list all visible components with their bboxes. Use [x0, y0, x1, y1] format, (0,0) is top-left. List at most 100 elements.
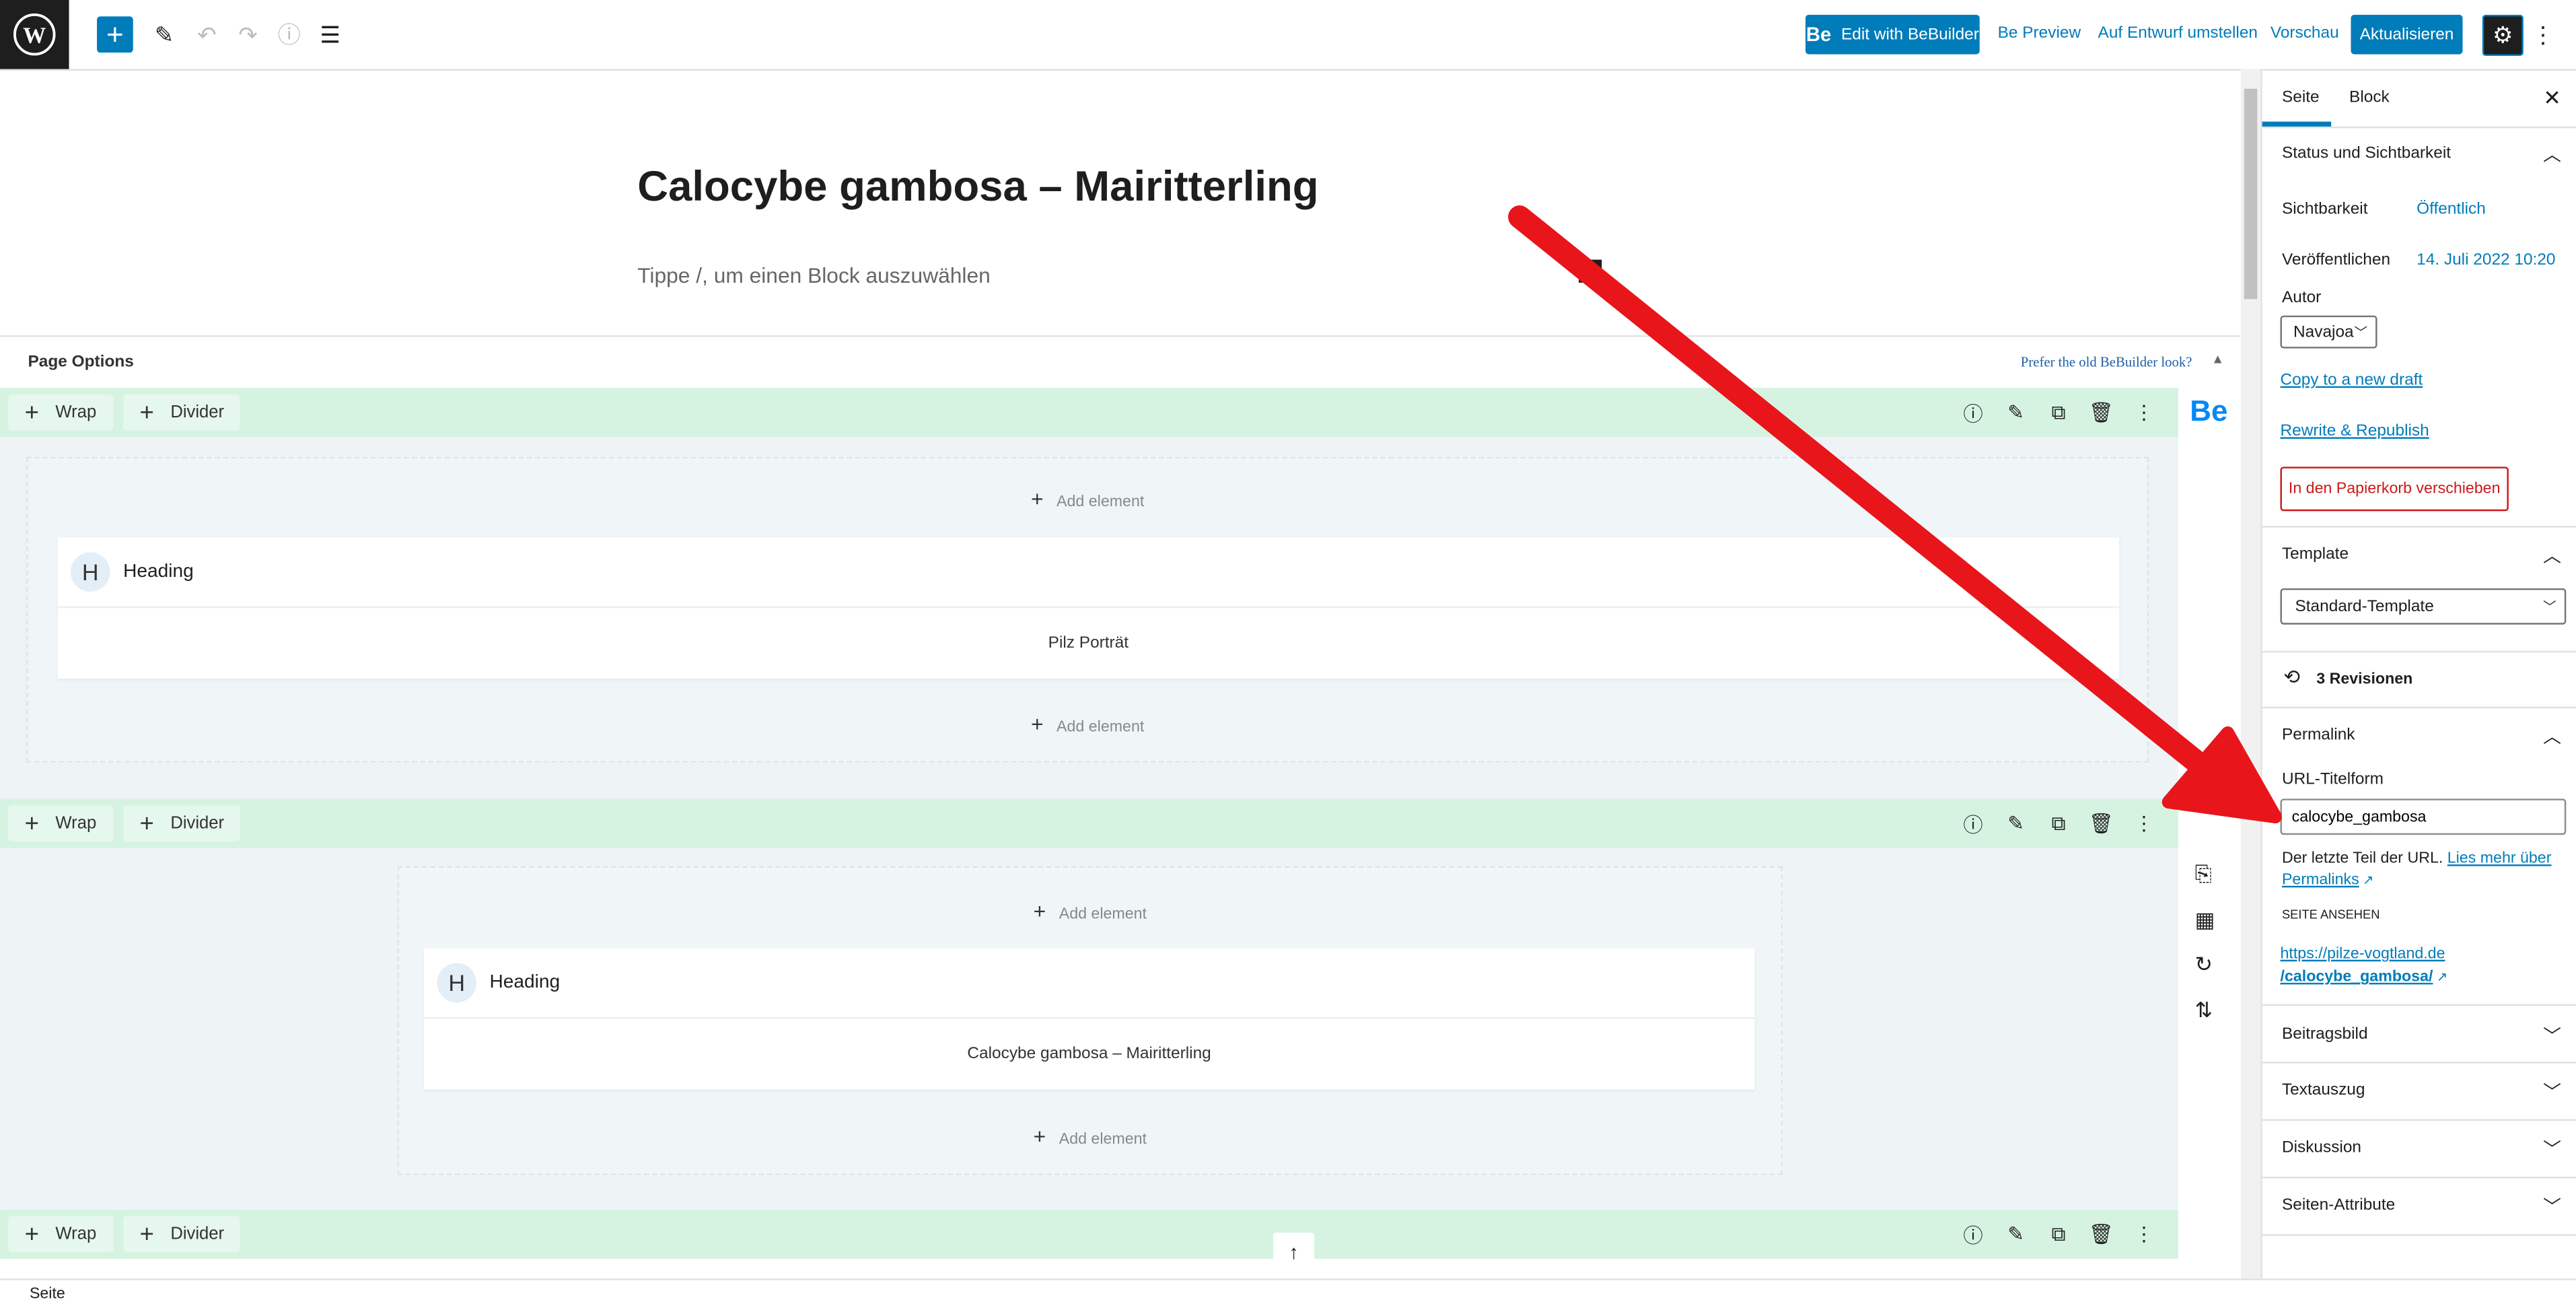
chevron-up-icon[interactable]: ︿ [2543, 543, 2561, 569]
settings-gear-icon[interactable]: ⚙ [2482, 14, 2524, 57]
heading-text: Calocybe gambosa – Mairitterling [967, 1045, 1211, 1064]
chevron-up-icon[interactable]: ︿ [2543, 723, 2561, 749]
add-divider-button[interactable]: + Divider [123, 394, 241, 431]
collapse-triangle-icon[interactable]: ▲ [2211, 351, 2224, 366]
pencil-tool-icon[interactable]: ✎ [148, 16, 181, 53]
duplicate-icon[interactable]: ⧉ [2044, 808, 2073, 838]
info-icon[interactable]: ⓘ [1958, 808, 1988, 838]
author-select[interactable]: Navajoa ﹀ [2280, 315, 2377, 349]
slug-input[interactable] [2280, 798, 2567, 835]
template-section-header[interactable]: Template [2282, 546, 2349, 564]
element-type-label: Heading [123, 561, 194, 582]
chevron-down-icon[interactable]: ﹀ [2543, 1136, 2561, 1162]
permalink-section-header[interactable]: Permalink [2282, 726, 2355, 745]
add-divider-button[interactable]: + Divider [123, 1216, 241, 1253]
bebuilder-logo[interactable]: Be [2190, 394, 2227, 429]
edit-icon[interactable]: ✎ [2001, 808, 2031, 838]
element-header: H Heading [57, 537, 2120, 609]
heading-h-icon: H [437, 963, 476, 1003]
switch-to-draft-link[interactable]: Auf Entwurf umstellen [2098, 25, 2258, 43]
more-options-icon[interactable]: ⋮ [2532, 16, 2554, 53]
slug-help: Der letzte Teil der URL. Lies mehr über … [2281, 850, 2552, 889]
rewrite-republish-link[interactable]: Rewrite & Republish [2281, 422, 2429, 440]
bebuilder-rail: Be ⎘ ▦ ↻ ⇅ [2178, 388, 2241, 1279]
edit-icon[interactable]: ✎ [2001, 398, 2031, 427]
revisions-link[interactable]: 3 Revisionen [2316, 670, 2412, 689]
add-divider-button[interactable]: + Divider [123, 805, 241, 841]
chevron-down-icon[interactable]: ﹀ [2543, 1193, 2561, 1219]
published-label: Veröffentlichen [2281, 251, 2391, 270]
preview-link[interactable]: Vorschau [2270, 25, 2339, 43]
chevron-down-icon[interactable]: ﹀ [2543, 1022, 2561, 1048]
page-url-link-path[interactable]: /calocybe_gambosa/ ↗ [2281, 968, 2448, 986]
discussion-panel[interactable]: Diskussion [2282, 1139, 2361, 1157]
section-actions: ⓘ ✎ ⧉ 🗑 ⋮ [1958, 388, 2159, 437]
redo-icon[interactable]: ↷ [231, 16, 264, 53]
templates-icon[interactable]: ▦ [2195, 907, 2215, 934]
tab-block[interactable]: Block [2349, 89, 2390, 107]
move-to-trash-button[interactable]: In den Papierkorb verschieben [2280, 467, 2509, 512]
info-icon[interactable]: ⓘ [273, 16, 306, 53]
view-page-label: SEITE ANSEHEN [2281, 907, 2380, 922]
template-select[interactable]: Standard-Template ﹀ [2280, 588, 2567, 625]
trash-icon[interactable]: 🗑 [2086, 398, 2116, 427]
add-wrap-button[interactable]: + Wrap [8, 805, 113, 841]
more-icon[interactable]: ⋮ [2129, 1219, 2159, 1249]
tab-seite[interactable]: Seite [2282, 89, 2320, 107]
status-section-header[interactable]: Status und Sichtbarkeit [2282, 145, 2451, 163]
element-header: H Heading [423, 949, 1755, 1019]
edit-with-bebuilder-button[interactable]: Be Edit with BeBuilder [1805, 14, 1980, 55]
sort-icon[interactable]: ⇅ [2195, 998, 2213, 1024]
close-icon[interactable]: ✕ [2543, 85, 2561, 112]
page-title[interactable]: Calocybe gambosa – Mairitterling [637, 161, 1318, 212]
add-wrap-button[interactable]: + Wrap [8, 394, 113, 431]
excerpt-panel[interactable]: Textauszug [2282, 1081, 2365, 1099]
copy-draft-link[interactable]: Copy to a new draft [2281, 372, 2423, 390]
section-toolbar: + Wrap + Divider ⓘ ✎ ⧉ 🗑 ⋮ [0, 1209, 2179, 1260]
block-placeholder[interactable]: Tippe /, um einen Block auszuwählen [637, 263, 991, 288]
update-button[interactable]: Aktualisieren [2351, 14, 2463, 55]
info-icon[interactable]: ⓘ [1958, 1219, 1988, 1249]
page-attributes-panel[interactable]: Seiten-Attribute [2282, 1196, 2395, 1214]
author-label: Autor [2281, 289, 2322, 308]
duplicate-icon[interactable]: ⧉ [2044, 398, 2073, 427]
add-element-button[interactable]: + Add element [28, 487, 2147, 512]
wrap-label: Wrap [55, 1224, 97, 1245]
edit-icon[interactable]: ✎ [2001, 1219, 2031, 1249]
heading-element[interactable]: H Heading Calocybe gambosa – Mairitterlin… [423, 948, 1755, 1090]
trash-icon[interactable]: 🗑 [2086, 1219, 2116, 1249]
page-url-link[interactable]: https://pilze-vogtland.de [2281, 945, 2445, 963]
featured-image-panel[interactable]: Beitragsbild [2282, 1025, 2368, 1043]
trash-icon[interactable]: 🗑 [2086, 808, 2116, 838]
old-look-link[interactable]: Prefer the old BeBuilder look? [2021, 353, 2192, 370]
undo-icon[interactable]: ↶ [190, 16, 223, 53]
more-icon[interactable]: ⋮ [2129, 398, 2159, 427]
settings-sidebar: Seite Block ✕ Status und Sichtbarkeit ︿ … [2260, 69, 2576, 1279]
add-block-button[interactable]: + [97, 16, 133, 53]
visibility-value[interactable]: Öffentlich [2417, 201, 2486, 219]
list-view-icon[interactable]: ☰ [314, 16, 347, 53]
add-element-button[interactable]: + Add element [399, 899, 1781, 924]
be-preview-link[interactable]: Be Preview [1998, 25, 2081, 43]
editor-scrollbar[interactable] [2240, 69, 2261, 1279]
more-icon[interactable]: ⋮ [2129, 808, 2159, 838]
external-link-icon: ↗ [2359, 872, 2374, 888]
chevron-down-icon[interactable]: ﹀ [2543, 1078, 2561, 1104]
wordpress-logo-button[interactable]: W [0, 0, 69, 69]
divider-label: Divider [170, 1224, 225, 1245]
info-icon[interactable]: ⓘ [1958, 398, 1988, 427]
heading-element[interactable]: H Heading Pilz Porträt [57, 537, 2120, 679]
published-value[interactable]: 14. Juli 2022 10:20 [2417, 252, 2555, 270]
status-bar: Seite [0, 1278, 2576, 1308]
add-element-button[interactable]: + Add element [399, 1124, 1781, 1149]
add-wrap-button[interactable]: + Wrap [8, 1216, 113, 1253]
add-element-button[interactable]: + Add element [28, 712, 2147, 736]
breadcrumb[interactable]: Seite [30, 1285, 65, 1303]
chevron-up-icon[interactable]: ︿ [2543, 141, 2561, 168]
scrollbar-thumb[interactable] [2244, 88, 2258, 300]
scroll-up-button[interactable]: ↑ [1273, 1232, 1315, 1271]
duplicate-icon[interactable]: ⧉ [2044, 1219, 2073, 1249]
history-icon[interactable]: ↻ [2195, 952, 2213, 978]
section-actions: ⓘ ✎ ⧉ 🗑 ⋮ [1958, 1210, 2159, 1259]
import-icon[interactable]: ⎘ [2195, 861, 2212, 887]
